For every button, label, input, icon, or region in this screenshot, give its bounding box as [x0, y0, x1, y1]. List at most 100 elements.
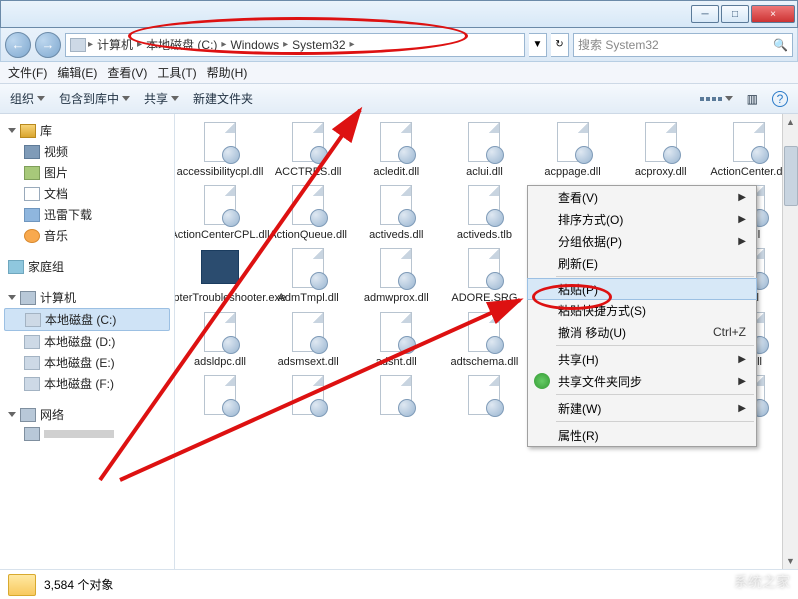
chevron-icon: ▸: [350, 39, 355, 50]
sidebar-network-item[interactable]: [4, 425, 170, 443]
preview-pane-button[interactable]: ▥: [747, 92, 758, 106]
menu-bar: 文件(F) 编辑(E) 查看(V) 工具(T) 帮助(H): [0, 62, 798, 84]
file-item[interactable]: ActionCenterCPL.dll: [179, 183, 261, 242]
breadcrumb-windows[interactable]: Windows: [228, 38, 281, 52]
music-icon: [24, 229, 40, 243]
file-item[interactable]: [443, 373, 525, 419]
ctx-properties[interactable]: 属性(R): [528, 424, 756, 446]
back-button[interactable]: ←: [5, 32, 31, 58]
toolbar-include[interactable]: 包含到库中: [59, 90, 130, 107]
file-item[interactable]: AdmTmpl.dll: [267, 246, 349, 305]
file-item[interactable]: acppage.dll: [532, 120, 614, 179]
sidebar-videos[interactable]: 视频: [4, 141, 170, 162]
chevron-down-icon: [37, 96, 45, 101]
file-item[interactable]: ActionCenter.dll: [708, 120, 790, 179]
view-mode-button[interactable]: [700, 96, 733, 101]
sidebar-computer[interactable]: 计算机: [4, 287, 170, 308]
minimize-button[interactable]: ─: [691, 5, 719, 23]
breadcrumb-computer[interactable]: 计算机: [95, 36, 135, 53]
file-icon: [286, 183, 330, 227]
toolbar-new-folder[interactable]: 新建文件夹: [193, 90, 253, 107]
pictures-icon: [24, 166, 40, 180]
file-item[interactable]: activeds.tlb: [443, 183, 525, 242]
file-item[interactable]: acproxy.dll: [620, 120, 702, 179]
file-label: adsmsext.dll: [278, 356, 339, 369]
file-item[interactable]: ActionQueue.dll: [267, 183, 349, 242]
chevron-down-icon: [122, 96, 130, 101]
maximize-button[interactable]: □: [721, 5, 749, 23]
file-label: acproxy.dll: [635, 166, 687, 179]
sidebar-drive-f[interactable]: 本地磁盘 (F:): [4, 373, 170, 394]
ctx-new[interactable]: 新建(W)▶: [528, 397, 756, 419]
forward-button[interactable]: →: [35, 32, 61, 58]
vertical-scrollbar[interactable]: ▲ ▼: [782, 114, 798, 569]
file-item[interactable]: activeds.dll: [355, 183, 437, 242]
sidebar-downloads[interactable]: 迅雷下载: [4, 204, 170, 225]
ctx-paste[interactable]: 粘贴(P): [527, 278, 757, 300]
toolbar-organize[interactable]: 组织: [10, 90, 45, 107]
chevron-icon: ▸: [137, 39, 142, 50]
ctx-sort[interactable]: 排序方式(O)▶: [528, 208, 756, 230]
sync-icon: [534, 373, 550, 389]
sidebar-libraries[interactable]: 库: [4, 120, 170, 141]
history-dropdown[interactable]: ▼: [529, 33, 547, 57]
ctx-share[interactable]: 共享(H)▶: [528, 348, 756, 370]
scrollbar-thumb[interactable]: [784, 146, 798, 206]
address-bar-row: ← → ▸ 计算机 ▸ 本地磁盘 (C:) ▸ Windows ▸ System…: [0, 28, 798, 62]
file-item[interactable]: [267, 373, 349, 419]
file-item[interactable]: AdapterTroubleshooter.exe: [179, 246, 261, 305]
ctx-refresh[interactable]: 刷新(E): [528, 252, 756, 274]
sidebar-pictures[interactable]: 图片: [4, 162, 170, 183]
file-icon: [198, 373, 242, 417]
file-label: ACCTRES.dll: [275, 166, 342, 179]
menu-help[interactable]: 帮助(H): [207, 64, 248, 81]
menu-tools[interactable]: 工具(T): [157, 64, 196, 81]
file-item[interactable]: accessibilitycpl.dll: [179, 120, 261, 179]
menu-file[interactable]: 文件(F): [8, 64, 47, 81]
file-item[interactable]: aclui.dll: [443, 120, 525, 179]
video-icon: [24, 145, 40, 159]
sidebar-documents[interactable]: 文档: [4, 183, 170, 204]
refresh-button[interactable]: ↻: [551, 33, 569, 57]
file-item[interactable]: acledit.dll: [355, 120, 437, 179]
help-button[interactable]: ?: [772, 91, 788, 107]
address-bar[interactable]: ▸ 计算机 ▸ 本地磁盘 (C:) ▸ Windows ▸ System32 ▸: [65, 33, 525, 57]
file-item[interactable]: adsldpc.dll: [179, 310, 261, 369]
ctx-paste-shortcut[interactable]: 粘贴快捷方式(S): [528, 299, 756, 321]
breadcrumb-system32[interactable]: System32: [290, 38, 347, 52]
file-item[interactable]: ADORE.SRG: [443, 246, 525, 305]
ctx-undo[interactable]: 撤消 移动(U)Ctrl+Z: [528, 321, 756, 343]
file-item[interactable]: ACCTRES.dll: [267, 120, 349, 179]
ctx-groupby[interactable]: 分组依据(P)▶: [528, 230, 756, 252]
file-icon: [374, 246, 418, 290]
file-item[interactable]: adtschema.dll: [443, 310, 525, 369]
file-item[interactable]: adsnt.dll: [355, 310, 437, 369]
close-button[interactable]: ×: [751, 5, 795, 23]
sidebar-music[interactable]: 音乐: [4, 225, 170, 246]
menu-view[interactable]: 查看(V): [107, 64, 147, 81]
file-item[interactable]: [179, 373, 261, 419]
sidebar-drive-c[interactable]: 本地磁盘 (C:): [4, 308, 170, 331]
file-label: ADORE.SRG: [451, 292, 517, 305]
file-item[interactable]: [355, 373, 437, 419]
file-icon: [198, 246, 242, 290]
ctx-view[interactable]: 查看(V)▶: [528, 186, 756, 208]
toolbar-share[interactable]: 共享: [144, 90, 179, 107]
sidebar-network[interactable]: 网络: [4, 404, 170, 425]
breadcrumb-drive-c[interactable]: 本地磁盘 (C:): [144, 36, 219, 53]
file-item[interactable]: adsmsext.dll: [267, 310, 349, 369]
ctx-share-sync[interactable]: 共享文件夹同步▶: [528, 370, 756, 392]
scroll-up-icon[interactable]: ▲: [783, 114, 798, 130]
network-icon: [20, 408, 36, 422]
sidebar-drive-e[interactable]: 本地磁盘 (E:): [4, 352, 170, 373]
sidebar-drive-d[interactable]: 本地磁盘 (D:): [4, 331, 170, 352]
search-input[interactable]: 搜索 System32 🔍: [573, 33, 793, 57]
scroll-down-icon[interactable]: ▼: [783, 553, 798, 569]
file-item[interactable]: admwprox.dll: [355, 246, 437, 305]
sidebar-homegroup[interactable]: 家庭组: [4, 256, 170, 277]
file-icon: [374, 120, 418, 164]
drive-icon: [70, 38, 86, 52]
menu-edit[interactable]: 编辑(E): [57, 64, 97, 81]
chevron-down-icon: [171, 96, 179, 101]
file-label: acppage.dll: [544, 166, 600, 179]
